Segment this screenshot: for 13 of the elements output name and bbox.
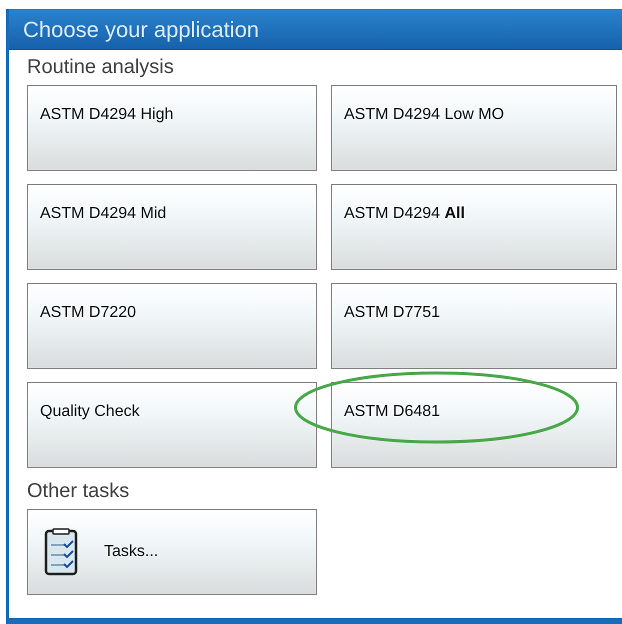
tasks-button[interactable]: Tasks... <box>27 509 317 595</box>
section-heading: Other tasks <box>27 480 130 503</box>
application-button[interactable]: ASTM D4294 All <box>331 184 617 270</box>
application-button[interactable]: ASTM D6481 <box>331 382 617 468</box>
application-button[interactable]: ASTM D7220 <box>27 283 317 369</box>
application-button[interactable]: ASTM D7751 <box>331 283 617 369</box>
window-title: Choose your application <box>9 9 622 50</box>
application-button[interactable]: ASTM D4294 High <box>27 85 317 171</box>
application-button[interactable]: ASTM D4294 Mid <box>27 184 317 270</box>
section-heading: Routine analysis <box>27 56 174 79</box>
clipboard-checklist-icon <box>44 528 78 576</box>
application-button[interactable]: ASTM D4294 Low MO <box>331 85 617 171</box>
application-button[interactable]: Quality Check <box>27 382 317 468</box>
